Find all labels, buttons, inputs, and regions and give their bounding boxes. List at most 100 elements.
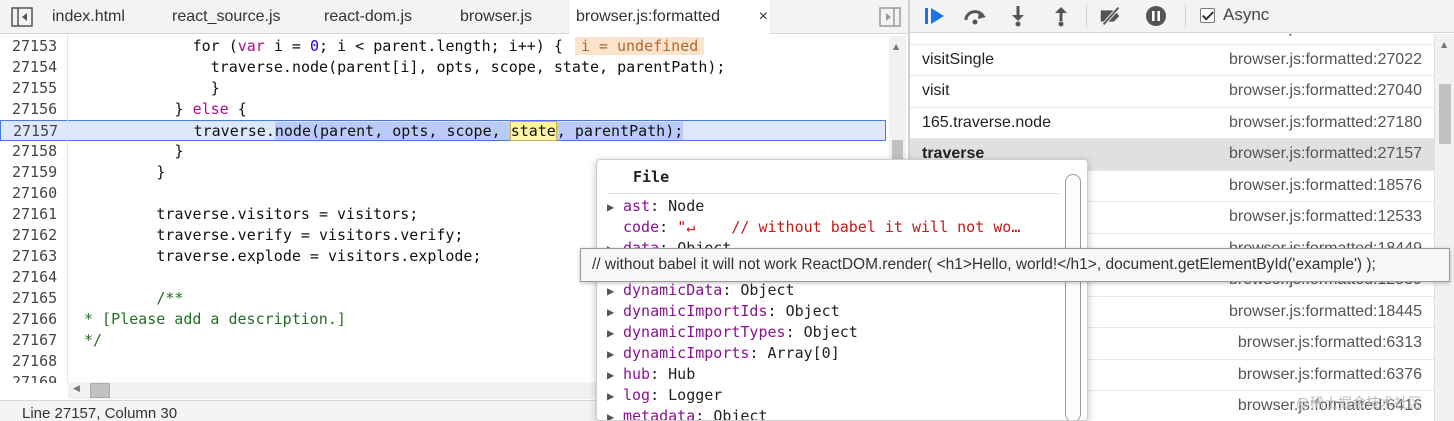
call-frame[interactable]: visit browser.js:formatted:27040 — [910, 75, 1434, 107]
step-over-icon[interactable] — [962, 4, 988, 28]
property-value: Hub — [668, 365, 696, 383]
call-stack-scrollbar[interactable]: ▲ — [1434, 34, 1454, 421]
keyword-token: else — [192, 100, 229, 118]
step-into-icon[interactable] — [1005, 4, 1031, 28]
line-number[interactable]: 27157 — [13, 121, 65, 142]
expand-triangle-icon[interactable]: ▶ — [607, 197, 623, 218]
line-number[interactable]: 27158 — [12, 141, 64, 162]
code-line[interactable]: 27157 traverse.node(parent, opts, scope, … — [0, 120, 886, 141]
frame-location[interactable]: browser.js:formatted:27157 — [1229, 145, 1422, 163]
line-number[interactable]: 27164 — [12, 267, 64, 288]
call-frame[interactable]: visitSingle browser.js:formatted:27022 — [910, 43, 1434, 76]
pause-on-exceptions-icon[interactable] — [1143, 4, 1169, 28]
scroll-thumb[interactable] — [90, 383, 110, 398]
expand-triangle-icon[interactable]: ▶ — [607, 344, 623, 365]
frame-location[interactable]: browser.js:formatted:18576 — [1229, 177, 1422, 195]
code-token: { — [228, 100, 247, 118]
number-token: 0 — [310, 37, 320, 55]
call-frame[interactable]: browser.js:formatted:27030 — [910, 34, 1434, 44]
expand-triangle-icon[interactable]: ▶ — [607, 281, 623, 302]
line-number[interactable]: 27169 — [12, 372, 64, 383]
code-token: traverse.visitors = visitors; — [156, 205, 419, 223]
frame-location[interactable]: browser.js:formatted:6313 — [1238, 334, 1422, 352]
object-property[interactable]: ▶ metadata: Object — [607, 406, 768, 421]
object-property[interactable]: ▶ ast: Node — [607, 196, 704, 217]
property-separator: : — [722, 281, 741, 299]
code-text: } — [156, 162, 165, 183]
property-key: log — [623, 386, 651, 404]
line-number[interactable]: 27167 — [12, 330, 64, 351]
frame-location[interactable]: browser.js:formatted:27022 — [1229, 51, 1422, 69]
call-frame[interactable]: 165.traverse.node browser.js:formatted:27… — [910, 106, 1434, 139]
expand-triangle-icon[interactable]: ▶ — [607, 407, 623, 420]
object-property[interactable]: ▶ hub: Hub — [607, 364, 695, 385]
popover-scrollbar[interactable] — [1065, 174, 1081, 420]
scroll-up-icon[interactable]: ▲ — [1441, 40, 1447, 49]
async-label: Async — [1223, 5, 1270, 24]
code-token: */ — [84, 331, 103, 349]
expand-triangle-icon — [607, 218, 623, 239]
line-number[interactable]: 27165 — [12, 288, 64, 309]
frame-location[interactable]: browser.js:formatted:12533 — [1229, 208, 1422, 226]
property-key: ast — [623, 197, 651, 215]
expand-triangle-icon[interactable]: ▶ — [607, 365, 623, 386]
line-number[interactable]: 27161 — [12, 204, 64, 225]
scroll-up-icon[interactable]: ▲ — [893, 42, 899, 51]
expand-triangle-icon[interactable]: ▶ — [607, 323, 623, 344]
code-line[interactable]: 27155} — [0, 78, 886, 99]
line-number[interactable]: 27159 — [12, 162, 64, 183]
line-number[interactable]: 27154 — [12, 57, 64, 78]
toggle-navigator-icon[interactable] — [10, 6, 34, 28]
property-separator: : — [659, 218, 678, 236]
code-text: traverse.node(parent[i], opts, scope, st… — [211, 57, 726, 78]
property-separator: : — [695, 407, 714, 421]
line-number[interactable]: 27166 — [12, 309, 64, 330]
line-number[interactable]: 27163 — [12, 246, 64, 267]
tab-label: react-dom.js — [324, 8, 413, 25]
tab-browser-js[interactable]: browser.js — [454, 0, 538, 34]
inline-value-badge: i = undefined — [574, 37, 705, 55]
line-number[interactable]: 27156 — [12, 99, 64, 120]
gutter-separator — [67, 24, 68, 383]
property-separator: : — [785, 323, 804, 341]
resume-icon[interactable] — [922, 4, 948, 28]
deactivate-breakpoints-icon[interactable] — [1098, 4, 1124, 28]
object-property[interactable]: ▶ dynamicImportIds: Object — [607, 301, 840, 322]
tab-browser-js-formatted[interactable]: browser.js:formatted × — [570, 0, 770, 35]
tab-react-source-js[interactable]: react_source.js — [166, 0, 287, 34]
line-number[interactable]: 27168 — [12, 351, 64, 372]
object-property[interactable]: ▶ dynamicImports: Array[0] — [607, 343, 840, 364]
scroll-thumb[interactable] — [1439, 84, 1451, 144]
property-key: metadata — [623, 407, 696, 421]
property-separator: : — [650, 386, 669, 404]
expand-triangle-icon[interactable]: ▶ — [607, 386, 623, 407]
code-line[interactable]: 27154 traverse.node(parent[i], opts, scop… — [0, 57, 886, 78]
code-text: traverse.explode = visitors.explode; — [156, 246, 481, 267]
object-property[interactable]: ▶ log: Logger — [607, 385, 722, 406]
tab-label: index.html — [52, 8, 125, 25]
code-text: for (var i = 0; i < parent.length; i++) … — [193, 36, 705, 57]
line-number[interactable]: 27155 — [12, 78, 64, 99]
code-line[interactable]: 27156} else { — [0, 99, 886, 120]
frame-location[interactable]: browser.js:formatted:27040 — [1229, 82, 1422, 100]
frame-location[interactable]: browser.js:formatted:27180 — [1229, 114, 1422, 132]
step-out-icon[interactable] — [1048, 4, 1074, 28]
async-checkbox[interactable] — [1200, 8, 1215, 23]
scroll-left-icon[interactable]: ◀ — [73, 384, 80, 394]
frame-location[interactable]: browser.js:formatted:27030 — [1229, 34, 1422, 37]
editor-tab-bar: index.html react_source.js react-dom.js … — [0, 0, 908, 35]
frame-location[interactable]: browser.js:formatted:6376 — [1238, 366, 1422, 384]
frame-location[interactable]: browser.js:formatted:18445 — [1229, 303, 1422, 321]
line-number[interactable]: 27160 — [12, 183, 64, 204]
tab-index-html[interactable]: index.html — [46, 0, 131, 34]
expand-triangle-icon[interactable]: ▶ — [607, 302, 623, 323]
tab-react-dom-js[interactable]: react-dom.js — [318, 0, 418, 34]
line-number[interactable]: 27162 — [12, 225, 64, 246]
object-property[interactable]: code: "↵ // without babel it will not wo… — [607, 217, 1020, 238]
close-tab-icon[interactable]: × — [759, 0, 768, 34]
object-property[interactable]: ▶ dynamicData: Object — [607, 280, 795, 301]
line-number[interactable]: 27153 — [12, 36, 64, 57]
code-line[interactable]: 27153 for (var i = 0; i < parent.length; … — [0, 36, 886, 57]
object-property[interactable]: ▶ dynamicImportTypes: Object — [607, 322, 858, 343]
toggle-debugger-icon[interactable] — [878, 6, 902, 28]
